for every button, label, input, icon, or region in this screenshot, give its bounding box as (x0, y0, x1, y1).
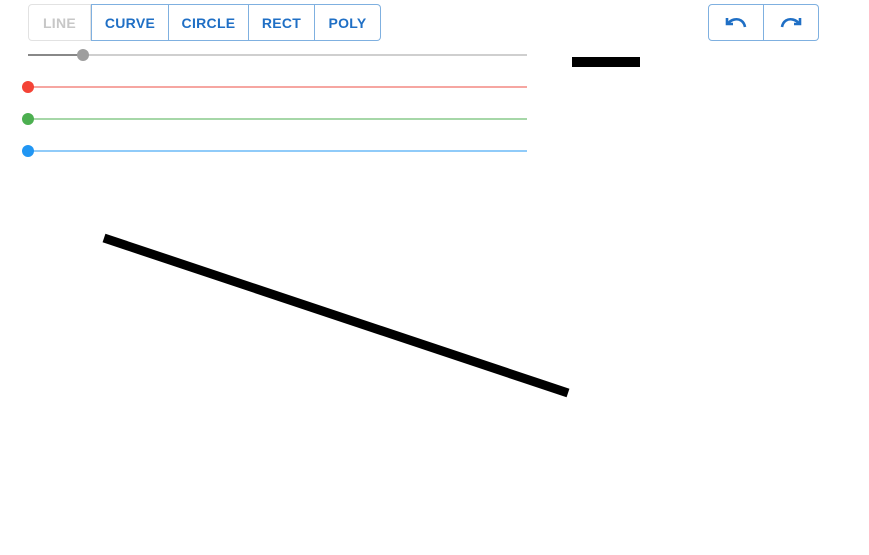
slider-track (28, 150, 527, 152)
slider-thumb[interactable] (22, 113, 34, 125)
tool-line-button[interactable]: LINE (28, 4, 91, 41)
slider-track (28, 54, 527, 56)
red-channel-slider[interactable] (22, 81, 527, 93)
drawn-line (102, 233, 570, 398)
undo-icon (725, 17, 747, 27)
slider-thumb[interactable] (22, 145, 34, 157)
brush-preview (572, 57, 640, 67)
history-controls (708, 4, 819, 41)
tool-rect-button[interactable]: RECT (249, 4, 315, 41)
slider-thumb[interactable] (22, 81, 34, 93)
redo-button[interactable] (764, 4, 819, 41)
tool-circle-button[interactable]: CIRCLE (169, 4, 249, 41)
undo-button[interactable] (708, 4, 764, 41)
slider-track (28, 86, 527, 88)
slider-fill (28, 54, 83, 56)
green-channel-slider[interactable] (22, 113, 527, 125)
stroke-width-slider[interactable] (28, 49, 527, 61)
tool-curve-button[interactable]: CURVE (91, 4, 169, 41)
blue-channel-slider[interactable] (22, 145, 527, 157)
slider-thumb[interactable] (76, 49, 89, 61)
tool-poly-button[interactable]: POLY (315, 4, 381, 41)
tool-selector: LINE CURVE CIRCLE RECT POLY (28, 4, 381, 41)
redo-icon (780, 17, 802, 27)
slider-track (28, 118, 527, 120)
